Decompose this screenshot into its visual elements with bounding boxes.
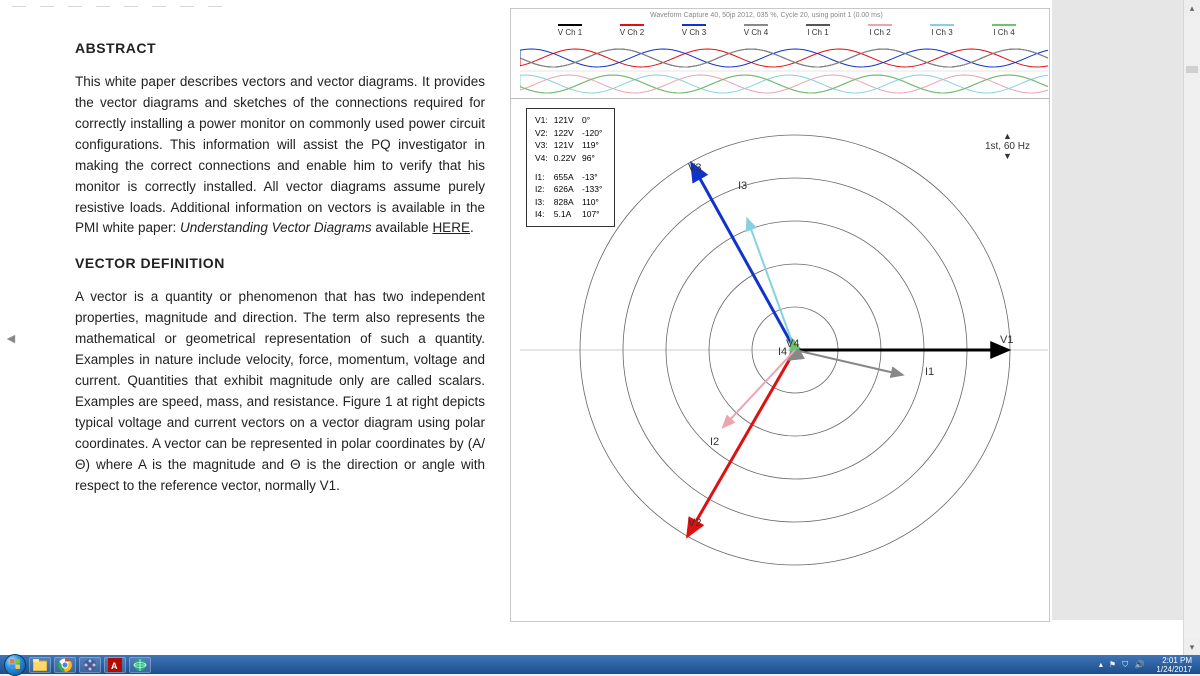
label-v1: V1 xyxy=(1000,334,1013,346)
start-button[interactable] xyxy=(4,654,26,676)
abstract-body: This white paper describes vectors and v… xyxy=(75,74,485,235)
abstract-heading: ABSTRACT xyxy=(75,40,485,56)
channel-label: I Ch 4 xyxy=(974,24,1034,37)
system-tray[interactable]: ▴ ⚑ ⛉ 🔊 2:01 PM 1/24/2017 xyxy=(1099,655,1196,674)
label-i3: I3 xyxy=(738,180,747,192)
adobe-icon: A xyxy=(108,658,122,672)
svg-text:A: A xyxy=(111,661,118,671)
abstract-period: . xyxy=(470,220,474,235)
scroll-down-button[interactable]: ▾ xyxy=(1184,639,1200,655)
abstract-citation: Understanding Vector Diagrams xyxy=(180,220,372,235)
here-link[interactable]: HERE xyxy=(432,220,470,235)
windows-logo-icon xyxy=(10,659,21,670)
globe-icon xyxy=(133,658,147,672)
pdf-viewport: ◄ ◄ ABSTRACT This white paper describes … xyxy=(0,0,1200,655)
channel-label: V Ch 4 xyxy=(726,24,786,37)
scroll-thumb[interactable] xyxy=(1186,66,1198,73)
channel-label: I Ch 3 xyxy=(912,24,972,37)
tray-icons-group[interactable]: ⚑ ⛉ 🔊 xyxy=(1109,660,1147,670)
clock-time: 2:01 PM xyxy=(1156,656,1192,665)
vector-diagram-panel: Waveform Capture 40, 50jp 2012, 035 %, C… xyxy=(510,8,1050,622)
harmonic-up-arrow[interactable]: ▲ xyxy=(985,132,1030,141)
waveform-caption: Waveform Capture 40, 50jp 2012, 035 %, C… xyxy=(650,12,883,19)
label-v4: V4 xyxy=(786,338,799,350)
channel-label: I Ch 1 xyxy=(788,24,848,37)
label-i2: I2 xyxy=(710,436,719,448)
waveform-strip xyxy=(520,46,1048,96)
taskbar-app-icon-2[interactable] xyxy=(129,657,151,673)
label-v2: V2 xyxy=(688,517,701,529)
windows-taskbar[interactable]: A ▴ ⚑ ⛉ 🔊 2:01 PM 1/24/2017 xyxy=(0,655,1200,674)
tray-chevron-icon[interactable]: ▴ xyxy=(1099,660,1103,669)
taskbar-explorer-icon[interactable] xyxy=(29,657,51,673)
clock-date: 1/24/2017 xyxy=(1156,665,1192,674)
vector-readout-box: V1:121V0°V2:122V-120°V3:121V119°V4:0.22V… xyxy=(526,108,615,227)
label-i1: I1 xyxy=(925,366,934,378)
channel-label: V Ch 1 xyxy=(540,24,600,37)
scroll-up-button[interactable]: ▴ xyxy=(1184,0,1200,16)
channel-label: V Ch 2 xyxy=(602,24,662,37)
taskbar-app-icon-1[interactable] xyxy=(79,657,101,673)
page-right-margin xyxy=(1052,0,1200,620)
harmonic-selector[interactable]: ▲ 1st, 60 Hz ▼ xyxy=(985,132,1030,161)
chrome-icon xyxy=(58,658,72,672)
folder-icon xyxy=(33,659,47,671)
polar-chart: V1:121V0°V2:122V-120°V3:121V119°V4:0.22V… xyxy=(520,102,1048,612)
vector-definition-paragraph: A vector is a quantity or phenomenon tha… xyxy=(75,287,485,496)
scroll-track[interactable] xyxy=(1184,16,1200,639)
channel-label: I Ch 2 xyxy=(850,24,910,37)
taskbar-chrome-icon[interactable] xyxy=(54,657,76,673)
harmonic-down-arrow[interactable]: ▼ xyxy=(985,152,1030,161)
flower-icon xyxy=(83,658,97,672)
abstract-paragraph: This white paper describes vectors and v… xyxy=(75,72,485,239)
document-text-column: ABSTRACT This white paper describes vect… xyxy=(75,40,485,513)
toolbar-remnant xyxy=(12,0,222,6)
prev-page-arrow[interactable]: ◄ xyxy=(4,330,18,346)
taskbar-clock[interactable]: 2:01 PM 1/24/2017 xyxy=(1152,655,1196,675)
vertical-scrollbar[interactable]: ▴ ▾ xyxy=(1183,0,1200,655)
label-v3: V3 xyxy=(688,162,701,174)
channel-label: V Ch 3 xyxy=(664,24,724,37)
waveform-header: Waveform Capture 40, 50jp 2012, 035 %, C… xyxy=(510,8,1050,99)
label-i4: I4 xyxy=(778,346,787,358)
abstract-tail: available xyxy=(372,220,433,235)
taskbar-adobe-reader-icon[interactable]: A xyxy=(104,657,126,673)
vector-definition-heading: VECTOR DEFINITION xyxy=(75,255,485,271)
